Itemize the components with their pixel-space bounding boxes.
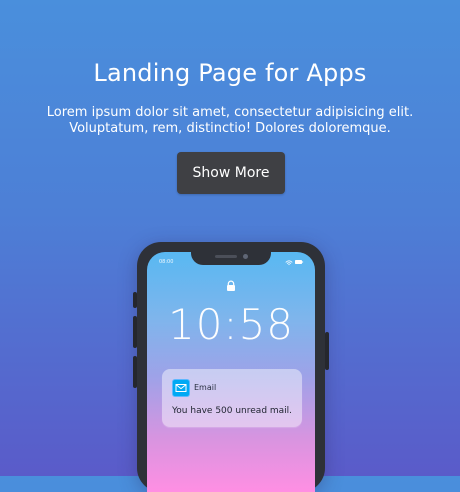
camera-icon <box>243 254 248 259</box>
page-title: Landing Page for Apps <box>93 59 367 87</box>
speaker-icon <box>215 255 237 258</box>
email-notification[interactable]: Email You have 500 unread mail. <box>162 369 302 427</box>
phone-mute-switch <box>133 292 137 308</box>
phone-mockup: 08:00 10:58 Email You have 500 unread ma… <box>133 242 329 492</box>
notification-app-name: Email <box>194 383 217 392</box>
lock-icon <box>227 280 235 291</box>
wifi-battery-icon <box>285 260 304 266</box>
lock-screen-time: 10:58 <box>167 300 295 349</box>
status-time: 08:00 <box>159 259 174 265</box>
notification-message: You have 500 unread mail. <box>172 406 293 416</box>
phone-notch <box>191 252 271 265</box>
phone-volume-up-button <box>133 316 137 348</box>
phone-lock-screen: 08:00 10:58 Email You have 500 unread ma… <box>147 252 315 492</box>
show-more-button[interactable]: Show More <box>177 152 285 194</box>
phone-power-button <box>325 332 329 370</box>
phone-volume-down-button <box>133 356 137 388</box>
hero-description: Lorem ipsum dolor sit amet, consectetur … <box>46 105 414 136</box>
mail-icon <box>172 379 190 397</box>
